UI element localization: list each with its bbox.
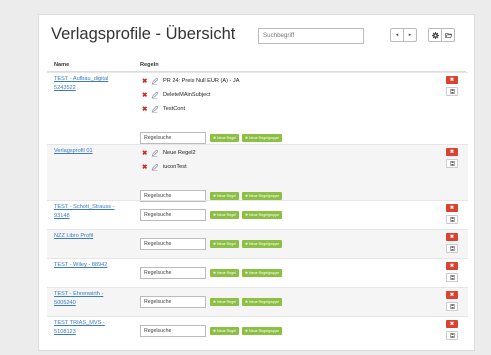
rule-item: ✖ Neue Regel2: [141, 148, 196, 158]
profile-row: TEST - Ehrenwirth - 5005240 ✚ Neue Regel✚…: [47, 287, 468, 316]
delete-profile-button[interactable]: ✖: [446, 76, 458, 84]
new-rule-button[interactable]: ✚ Neue Regel: [210, 269, 239, 277]
column-header-rules: Regeln: [140, 62, 159, 68]
rule-item: ✖ DeleteMAinSubject: [141, 90, 211, 100]
rule-label: Neue Regel2: [163, 150, 196, 156]
column-header-name: Name: [54, 62, 70, 68]
settings-button[interactable]: [428, 28, 442, 42]
save-profile-button[interactable]: [446, 273, 458, 282]
save-profile-button[interactable]: [446, 87, 458, 96]
delete-profile-button[interactable]: ✖: [446, 233, 458, 241]
rule-search-input[interactable]: [140, 267, 206, 279]
tools-group: [428, 28, 455, 42]
new-rule-button[interactable]: ✚ Neue Regel: [210, 327, 239, 335]
new-rule-button[interactable]: ✚ Neue Regel: [210, 192, 239, 200]
delete-profile-button[interactable]: ✖: [446, 320, 458, 328]
rule-search-input[interactable]: [140, 325, 206, 337]
new-rule-button[interactable]: ✚ Neue Regel: [210, 240, 239, 248]
delete-rule-icon[interactable]: ✖: [142, 105, 151, 113]
profile-row: NZZ Libro Profil ✚ Neue Regel✚ Neue Regel…: [47, 229, 468, 258]
delete-profile-button[interactable]: ✖: [446, 204, 458, 212]
profile-row: TEST - Schott_Strauss - 93148 ✚ Neue Rege…: [47, 200, 468, 229]
floppy-icon: [449, 304, 455, 309]
rule-search-row: ✚ Neue Regel✚ Neue Regelgruppe: [140, 296, 285, 308]
rule-search-row: ✚ Neue Regel✚ Neue Regelgruppe: [140, 325, 285, 337]
previous-page-button[interactable]: ◂: [390, 28, 404, 42]
rule-search-row: ✚ Neue Regel✚ Neue Regelgruppe: [140, 267, 285, 279]
search-input[interactable]: [258, 28, 364, 44]
gear-icon: [431, 31, 439, 39]
open-folder-button[interactable]: [441, 28, 455, 42]
save-profile-button[interactable]: [446, 159, 458, 168]
rule-search-row: ✚ Neue Regel✚ Neue Regelgruppe: [140, 238, 285, 250]
profile-name-link[interactable]: TEST - Ehrenwirth - 5005240: [54, 290, 124, 308]
profile-name-link[interactable]: TEST TRIAS_MVS - 5108123: [54, 319, 124, 337]
main-panel: Verlagsprofile - Übersicht ◂ ▸ Name Rege…: [38, 14, 475, 351]
folder-open-icon: [444, 32, 452, 38]
rule-search-input[interactable]: [140, 296, 206, 308]
delete-rule-icon[interactable]: ✖: [142, 91, 151, 99]
rule-label: DeleteMAinSubject: [163, 92, 211, 98]
save-profile-button[interactable]: [446, 331, 458, 340]
rule-search-input[interactable]: [140, 209, 206, 221]
rule-label: iuconTest: [163, 164, 187, 170]
profile-row: TEST TRIAS_MVS - 5108123 ✚ Neue Regel✚ Ne…: [47, 316, 468, 350]
profile-row: Verlagsprofil 01 ✖ Neue Regel2 ✖ iuconTest ✚ …: [47, 144, 468, 202]
rule-search-input[interactable]: [140, 238, 206, 250]
new-rule-button[interactable]: ✚ Neue Regel: [210, 298, 239, 306]
new-rule-group-button[interactable]: ✚ Neue Regelgruppe: [242, 211, 283, 219]
save-profile-button[interactable]: [446, 244, 458, 253]
new-rule-button[interactable]: ✚ Neue Regel: [210, 134, 239, 142]
new-rule-group-button[interactable]: ✚ Neue Regelgruppe: [242, 327, 283, 335]
floppy-icon: [449, 246, 455, 251]
profile-name-link[interactable]: TEST - Wiley - 88942: [54, 261, 124, 270]
rule-item: ✖ iuconTest: [141, 162, 187, 172]
rule-item: ✖ PR 24: Preis Null EUR (A) - JA: [141, 76, 239, 86]
profile-name-link[interactable]: NZZ Libro Profil: [54, 232, 124, 241]
delete-rule-icon[interactable]: ✖: [142, 149, 151, 157]
floppy-icon: [449, 333, 455, 338]
floppy-icon: [449, 89, 455, 94]
new-rule-group-button[interactable]: ✚ Neue Regelgruppe: [242, 192, 283, 200]
delete-profile-button[interactable]: ✖: [446, 291, 458, 299]
delete-rule-icon[interactable]: ✖: [142, 77, 151, 85]
profile-name-link[interactable]: TEST - Aufbau_digital 5243522: [54, 75, 124, 93]
edit-rule-icon[interactable]: [151, 163, 159, 171]
new-rule-group-button[interactable]: ✚ Neue Regelgruppe: [242, 240, 283, 248]
pagination-group: ◂ ▸: [390, 28, 417, 42]
page-title: Verlagsprofile - Übersicht: [51, 25, 236, 43]
rule-search-row: ✚ Neue Regel✚ Neue Regelgruppe: [140, 209, 285, 221]
profile-name-link[interactable]: Verlagsprofil 01: [54, 147, 124, 156]
delete-profile-button[interactable]: ✖: [446, 148, 458, 156]
new-rule-button[interactable]: ✚ Neue Regel: [210, 211, 239, 219]
edit-rule-icon[interactable]: [151, 105, 159, 113]
floppy-icon: [449, 161, 455, 166]
edit-rule-icon[interactable]: [151, 149, 159, 157]
rule-label: PR 24: Preis Null EUR (A) - JA: [163, 78, 240, 84]
edit-rule-icon[interactable]: [151, 91, 159, 99]
rule-search-input[interactable]: [140, 132, 206, 144]
edit-rule-icon[interactable]: [151, 77, 159, 85]
save-profile-button[interactable]: [446, 302, 458, 311]
rule-item: ✖ TestCont: [141, 104, 185, 114]
new-rule-group-button[interactable]: ✚ Neue Regelgruppe: [242, 134, 283, 142]
profile-name-link[interactable]: TEST - Schott_Strauss - 93148: [54, 203, 124, 221]
next-page-button[interactable]: ▸: [403, 28, 417, 42]
new-rule-group-button[interactable]: ✚ Neue Regelgruppe: [242, 269, 283, 277]
delete-profile-button[interactable]: ✖: [446, 262, 458, 270]
delete-rule-icon[interactable]: ✖: [142, 163, 151, 171]
floppy-icon: [449, 275, 455, 280]
floppy-icon: [449, 217, 455, 222]
rule-search-row: ✚ Neue Regel✚ Neue Regelgruppe: [140, 132, 285, 144]
new-rule-group-button[interactable]: ✚ Neue Regelgruppe: [242, 298, 283, 306]
profile-row: TEST - Aufbau_digital 5243522 ✖ PR 24: Pre…: [47, 72, 468, 144]
save-profile-button[interactable]: [446, 215, 458, 224]
rule-label: TestCont: [163, 106, 186, 112]
profile-row: TEST - Wiley - 88942 ✚ Neue Regel✚ Neue R…: [47, 258, 468, 287]
